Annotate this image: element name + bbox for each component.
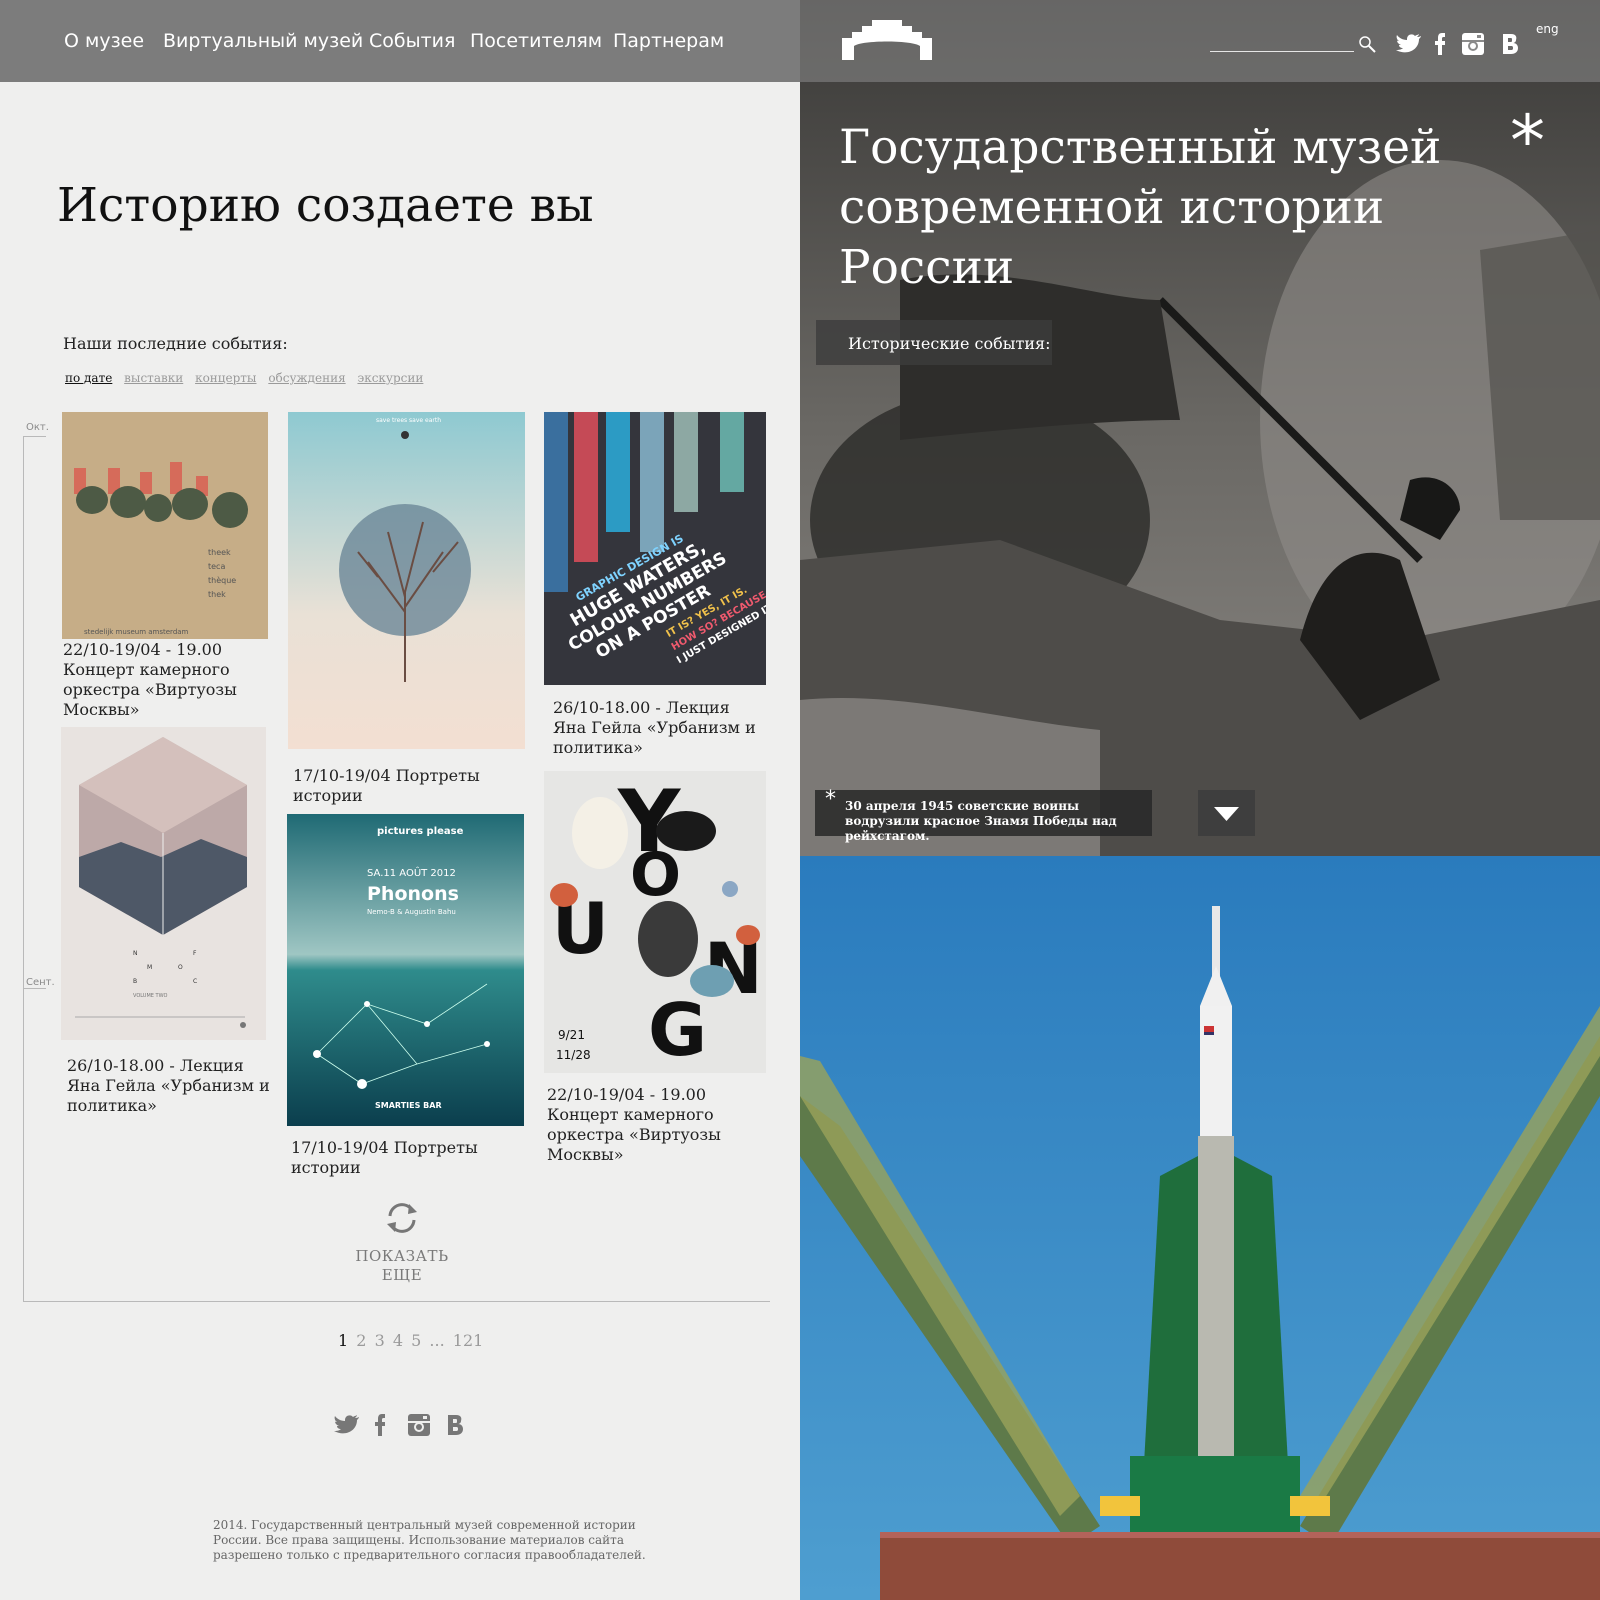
language-switch[interactable]: eng [1536,22,1559,36]
filter-discussions[interactable]: обсуждения [268,371,345,385]
rocket-photo [800,856,1600,1600]
caption-asterisk: * [825,787,836,812]
pagination: 1 2 3 4 5 ... 121 [338,1331,486,1350]
poster-6-text: O [630,840,681,910]
refresh-icon [387,1203,417,1233]
event-card-5-text[interactable]: 17/10-19/04 Портреты истории [291,1138,491,1178]
page-link[interactable]: 121 [453,1331,484,1350]
timeline-tick [24,988,46,989]
event-poster-1[interactable]: theek teca thèque thek stedelijk museum … [62,412,268,639]
poster-5-text: pictures please [377,826,464,837]
poster-4-text: VOLUME TWO [133,993,168,999]
instagram-icon[interactable] [1462,33,1484,55]
photo-caption: * 30 апреля 1945 советские воины водрузи… [815,787,1152,843]
poster-4-art: N F M O B C VOLUME TWO [61,727,266,1040]
poster-2-text: save trees save earth [376,417,441,424]
poster-1-text: theek [208,548,231,557]
poster-1-text: teca [208,562,225,571]
twitter-icon[interactable] [1396,33,1422,55]
instagram-icon[interactable] [408,1414,430,1436]
poster-5-art: pictures please SA.11 AOÛT 2012 Phonons … [287,814,524,1126]
main-nav: О музее Виртуальный музей События Посети… [0,0,800,82]
poster-5-text: Phonons [367,883,459,905]
event-card-3-text[interactable]: 26/10-18.00 - Лекция Яна Гейла «Урбанизм… [553,698,763,758]
page-link[interactable]: 3 [375,1331,385,1350]
hero-title: Государственный музей современной истори… [839,120,1442,295]
footer-copyright: 2014. Государственный центральный музей … [213,1518,646,1562]
museum-logo[interactable] [842,20,932,60]
timeline-line [23,436,24,1302]
arrow-down-icon [1214,807,1239,821]
poster-6-text: G [648,988,707,1072]
event-card-1-text[interactable]: 22/10-19/04 - 19.00 Концерт камерного ор… [63,640,263,720]
filter-exhibitions[interactable]: выставки [124,371,183,385]
event-poster-5[interactable]: pictures please SA.11 AOÛT 2012 Phonons … [287,814,524,1126]
timeline-tick [24,436,46,437]
filter-by-date[interactable]: по дате [65,371,112,385]
search-input[interactable] [1210,51,1354,52]
scroll-down-button[interactable] [1198,790,1255,836]
poster-4-text: B [133,978,137,985]
poster-3-art: GRAPHIC DESIGN IS HUGE WATERS, COLOUR NU… [544,412,766,685]
nav-item-virtual-museum[interactable]: Виртуальный музей [163,30,363,52]
timeline-bottom-line [23,1301,770,1302]
event-card-2-text[interactable]: 17/10-19/04 Портреты истории [293,766,493,806]
twitter-icon[interactable] [334,1414,360,1436]
page-link[interactable]: 1 [338,1331,348,1350]
poster-6-art: Y O U N G 9/21 11/28 [544,771,766,1073]
poster-4-text: C [193,978,197,985]
page-link[interactable]: 2 [356,1331,366,1350]
hero: eng Государственный музей современной ис… [800,0,1600,856]
asterisk-icon: * [1510,100,1545,182]
poster-4-text: N [133,950,138,957]
nav-item-about[interactable]: О музее [64,30,144,52]
vk-icon[interactable] [1501,33,1519,55]
nav-item-partners[interactable]: Партнерам [613,30,724,52]
show-more-button[interactable]: ПОКАЗАТЬ ЕЩЕ [355,1247,448,1284]
timeline-label-oct: Окт. [26,422,49,433]
event-card-4-text[interactable]: 26/10-18.00 - Лекция Яна Гейла «Урбанизм… [67,1056,272,1116]
poster-5-text: Nemo-B & Augustin Bahu [367,908,456,916]
event-poster-6[interactable]: Y O U N G 9/21 11/28 [544,771,766,1073]
historical-events-button[interactable]: Исторические события: [816,320,1052,365]
poster-2-art: save trees save earth [288,412,525,749]
filter-excursions[interactable]: экскурсии [357,371,423,385]
poster-1-text: stedelijk museum amsterdam [84,628,189,636]
poster-1-art: theek teca thèque thek stedelijk museum … [62,412,268,639]
event-poster-3[interactable]: GRAPHIC DESIGN IS HUGE WATERS, COLOUR NU… [544,412,766,685]
poster-5-text: SMARTIES BAR [375,1101,442,1110]
page-link[interactable]: 4 [393,1331,403,1350]
facebook-icon[interactable] [1434,33,1446,55]
event-card-6-text[interactable]: 22/10-19/04 - 19.00 Концерт камерного ор… [547,1085,757,1165]
event-poster-2[interactable]: save trees save earth [288,412,525,749]
poster-4-text: O [178,964,183,971]
nav-item-visitors[interactable]: Посетителям [470,30,602,52]
left-column: О музее Виртуальный музей События Посети… [0,0,800,1600]
poster-4-text: F [193,950,197,957]
event-filters: по дате выставки концерты обсуждения экс… [65,371,431,385]
poster-6-text: 9/21 [558,1028,585,1042]
events-heading: Наши последние события: [63,334,288,353]
vk-icon[interactable] [446,1414,464,1436]
poster-4-text: M [147,964,152,971]
page-ellipsis: ... [429,1331,445,1350]
page-link[interactable]: 5 [411,1331,421,1350]
nav-item-events[interactable]: События [369,30,455,52]
facebook-icon[interactable] [374,1414,386,1436]
rocket-photo-section [800,856,1600,1600]
search-icon[interactable] [1358,35,1376,53]
poster-1-text: thek [208,590,226,599]
event-poster-4[interactable]: N F M O B C VOLUME TWO [61,727,266,1040]
poster-1-text: thèque [208,575,236,585]
page-title: Историю создаете вы [57,178,594,233]
show-more[interactable]: ПОКАЗАТЬ ЕЩЕ [334,1200,470,1284]
poster-6-text: 11/28 [556,1048,591,1062]
filter-concerts[interactable]: концерты [195,371,256,385]
poster-5-text: SA.11 AOÛT 2012 [367,866,456,879]
timeline-label-sep: Сент. [26,977,55,988]
